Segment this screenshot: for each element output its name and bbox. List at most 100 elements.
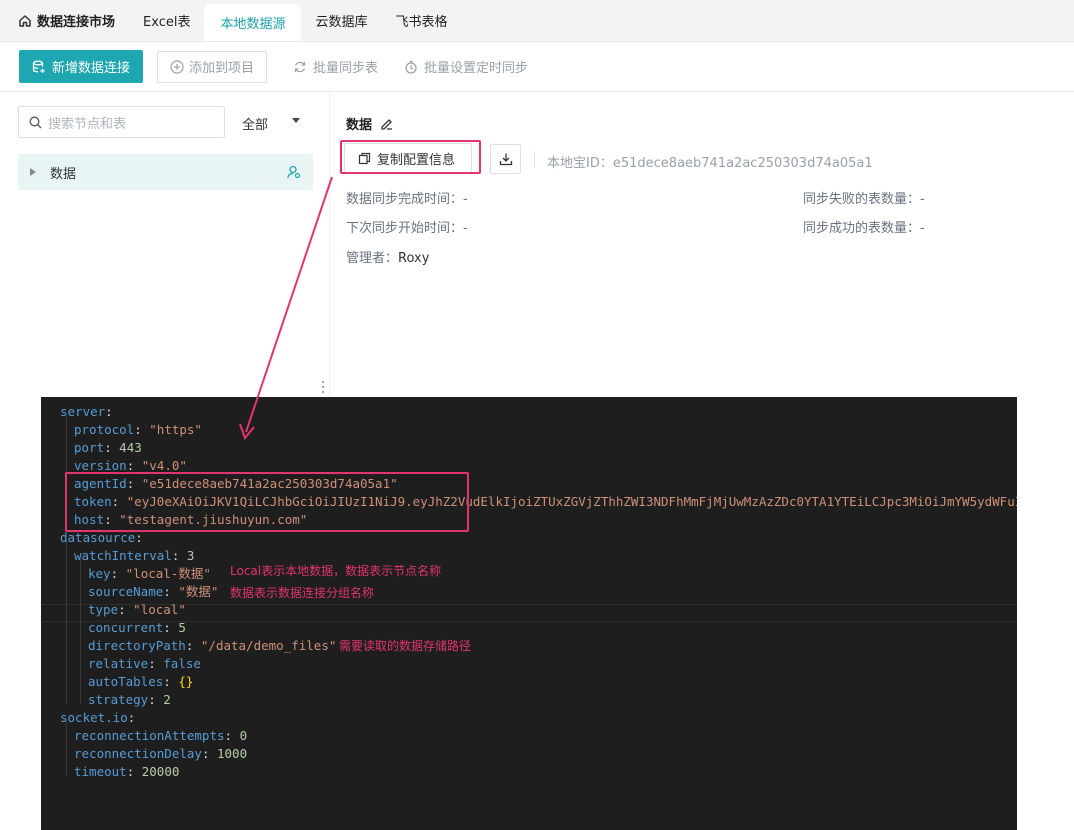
code-value: 5 (178, 620, 186, 635)
code-key: type (88, 602, 119, 617)
tab-local-datasource[interactable]: 本地数据源 (204, 4, 302, 41)
code-value: 3 (186, 548, 195, 563)
code-value: 443 (119, 440, 142, 455)
batch-schedule-button[interactable]: 批量设置定时同步 (404, 51, 528, 83)
code-value: "e51dece8aeb741a2ac250303d74a05a1" (141, 476, 398, 491)
code-line: host: "testagent.jiushuyun.com" (74, 512, 308, 527)
tab-label: 数据连接市场 (37, 15, 116, 30)
database-add-icon (32, 60, 45, 73)
sync-icon (294, 61, 306, 72)
info-value: - (920, 192, 925, 207)
tab-excel[interactable]: Excel表 (129, 0, 204, 41)
tab-label: 本地数据源 (220, 17, 286, 32)
agent-id-value: e51dece8aeb741a2ac250303d74a05a1 (612, 156, 873, 171)
code-value: 20000 (141, 764, 180, 779)
code-line: watchInterval: 3 (74, 548, 195, 563)
button-label: 添加到项目 (189, 61, 255, 76)
plus-circle-icon (170, 59, 184, 74)
tab-cloud-database[interactable]: 云数据库 (301, 0, 381, 41)
code-line: datasource: (60, 530, 143, 545)
code-line: timeout: 20000 (74, 764, 180, 779)
resize-handle-icon[interactable] (321, 380, 325, 394)
add-to-project-button[interactable]: 添加到项目 (157, 50, 268, 83)
info-label: 同步成功的表数量： (803, 221, 921, 236)
batch-sync-button[interactable]: 批量同步表 (293, 51, 378, 83)
datasource-detail-panel: 数据 复制配置信息 本地宝ID：e51dece8aeb741a2ac250303… (331, 92, 1074, 398)
home-icon (19, 14, 31, 27)
indent-guide (80, 559, 81, 703)
timer-icon (405, 60, 417, 74)
new-connection-button[interactable]: 新增数据连接 (19, 50, 144, 83)
tab-label: 云数据库 (315, 15, 368, 30)
code-line: protocol: "https" (74, 422, 202, 437)
annotation-key-note: Local表示本地数据，数据表示节点名称 (230, 564, 442, 578)
code-value: 2 (163, 692, 171, 707)
download-config-button[interactable] (490, 144, 521, 174)
code-key: relative (88, 656, 149, 671)
code-line: reconnectionDelay: 1000 (74, 746, 248, 761)
current-line-highlight (41, 604, 1017, 622)
code-value: 0 (239, 728, 248, 743)
agent-id-label: 本地宝ID： (547, 156, 613, 171)
info-value: - (920, 221, 925, 236)
caret-down-icon[interactable] (292, 118, 300, 124)
datasource-title: 数据 (346, 114, 393, 133)
sync-done-time: 数据同步完成时间：- (346, 188, 468, 207)
download-icon (499, 153, 512, 166)
code-value: "https" (149, 422, 202, 437)
info-label: 下次同步开始时间： (346, 221, 464, 236)
annotation-source-note: 数据表示数据连接分组名称 (230, 586, 375, 600)
code-key: token (74, 494, 112, 509)
code-line: agentId: "e51dece8aeb741a2ac250303d74a05… (74, 476, 398, 491)
code-line: version: "v4.0" (74, 458, 187, 473)
code-line: relative: false (88, 656, 201, 671)
agent-id: 本地宝ID：e51dece8aeb741a2ac250303d74a05a1 (547, 152, 873, 171)
tab-data-connection-market[interactable]: 数据连接市场 (0, 0, 129, 41)
code-line: directoryPath: "/data/demo_files" (88, 638, 337, 653)
search-input[interactable]: 搜索节点和表 (18, 106, 225, 138)
code-key: watchInterval (74, 548, 172, 563)
edit-icon[interactable] (380, 117, 393, 130)
top-tab-bar: 数据连接市场 Excel表 本地数据源 云数据库 飞书表格 (0, 0, 1074, 42)
code-line: strategy: 2 (88, 692, 171, 707)
next-sync-time: 下次同步开始时间：- (346, 217, 468, 236)
code-key: concurrent (88, 620, 164, 635)
copy-config-button[interactable]: 复制配置信息 (344, 143, 472, 173)
code-value: {} (178, 674, 194, 689)
caret-right-icon[interactable] (30, 168, 36, 176)
divider (534, 151, 535, 167)
code-line: concurrent: 5 (88, 620, 186, 635)
code-key: timeout (74, 764, 127, 779)
code-line: reconnectionAttempts: 0 (74, 728, 248, 743)
code-key: version (74, 458, 127, 473)
filter-select[interactable]: 全部 (242, 114, 268, 133)
code-key: socket.io (60, 710, 128, 725)
code-key: key (88, 566, 111, 581)
user-setting-icon[interactable] (287, 165, 301, 179)
code-line: sourceName: "数据" (88, 584, 219, 599)
info-label: 数据同步完成时间： (346, 192, 464, 207)
code-line: server: (60, 404, 113, 419)
code-key: protocol (74, 422, 135, 437)
info-label: 管理者： (346, 251, 399, 266)
tree-node-data[interactable]: 数据 (18, 154, 313, 190)
code-key: autoTables (88, 674, 164, 689)
indent-guide (66, 721, 67, 775)
code-line: port: 443 (74, 440, 142, 455)
config-code-block: server: protocol: "https" port: 443 vers… (41, 397, 1017, 830)
tab-feishu-sheet[interactable]: 飞书表格 (381, 0, 461, 41)
code-value: "testagent.jiushuyun.com" (119, 512, 308, 527)
code-key: sourceName (88, 584, 164, 599)
code-value: "local-数据" (125, 566, 211, 581)
code-key: reconnectionDelay (74, 746, 202, 761)
code-line: key: "local-数据" (88, 566, 211, 581)
code-key: directoryPath (88, 638, 186, 653)
info-value: Roxy (398, 251, 430, 266)
code-key: datasource (60, 530, 136, 545)
search-placeholder: 搜索节点和表 (48, 116, 127, 132)
code-key: agentId (74, 476, 127, 491)
info-value: - (463, 221, 468, 236)
code-key: strategy (88, 692, 149, 707)
code-value: "/data/demo_files" (200, 638, 337, 653)
code-line: socket.io: (60, 710, 136, 725)
